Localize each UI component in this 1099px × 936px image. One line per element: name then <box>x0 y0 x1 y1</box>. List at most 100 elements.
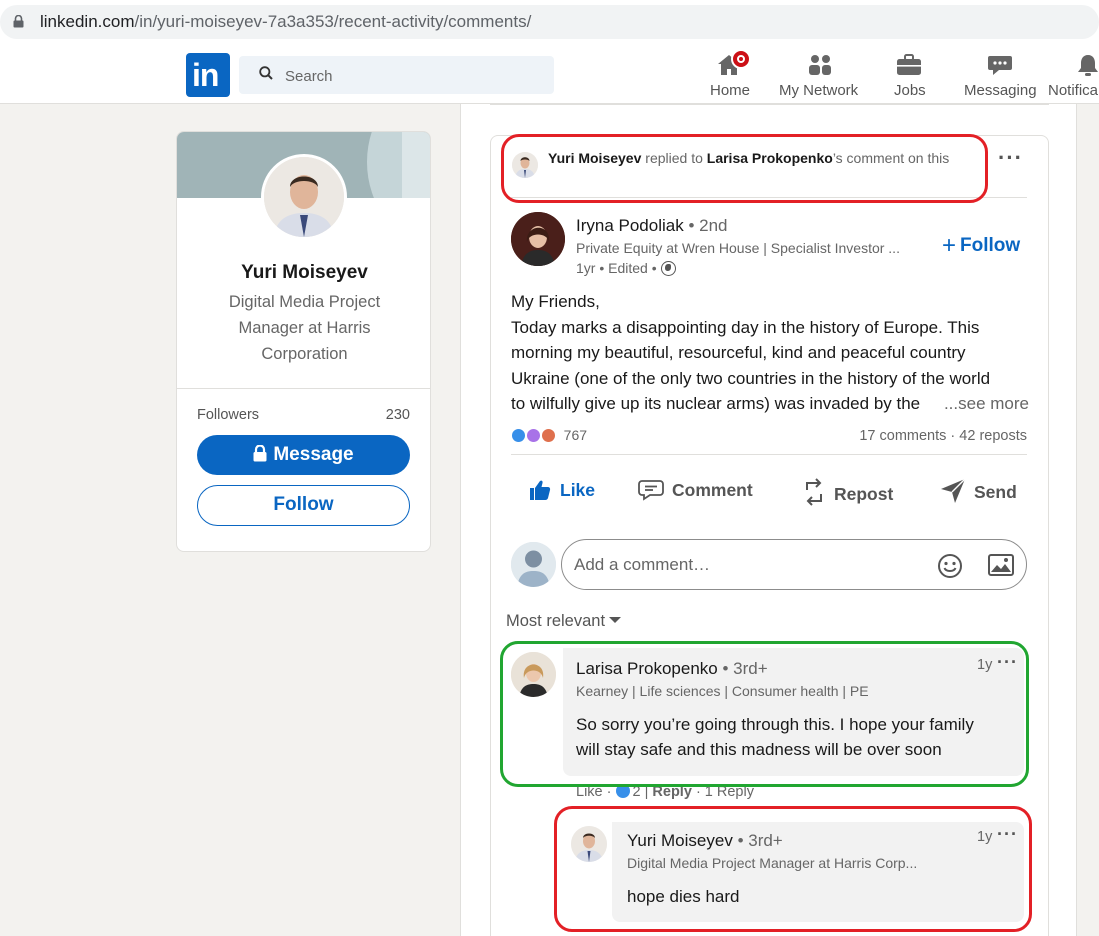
profile-photo[interactable] <box>261 154 347 240</box>
plus-icon: + <box>942 232 957 259</box>
search-icon <box>259 66 273 80</box>
support-reaction-icon <box>525 428 541 443</box>
divider <box>177 388 430 389</box>
nav-messaging[interactable]: Messaging <box>960 48 1040 104</box>
search-placeholder: Search <box>285 68 333 85</box>
comments-reposts-count[interactable]: 17 comments · 42 reposts <box>859 428 1027 444</box>
search-box[interactable]: Search <box>239 56 554 94</box>
lock-icon <box>253 445 267 462</box>
reactions-count: 767 <box>563 427 588 443</box>
post-more-icon[interactable]: ··· <box>998 145 1023 171</box>
browser-url-bar: linkedin.com/in/yuri-moiseyev-7a3a353/re… <box>0 0 1099 44</box>
like-label: Like <box>560 480 596 500</box>
profile-name[interactable]: Yuri Moiseyev <box>177 262 430 284</box>
repost-button[interactable]: Repost <box>802 478 893 506</box>
nav-home-label: Home <box>710 82 751 99</box>
comment-more-icon[interactable]: ··· <box>997 652 1018 673</box>
profile-title: Digital Media Project Manager at Harris … <box>228 293 381 363</box>
comment-text-line: will stay safe and this madness will be … <box>576 740 942 759</box>
messaging-icon <box>988 56 1012 75</box>
comment-button[interactable]: Comment <box>638 478 753 502</box>
previous-card-edge <box>490 104 1049 105</box>
caret-down-icon <box>609 617 622 623</box>
followers-count: 230 <box>385 407 410 423</box>
author-avatar[interactable] <box>511 212 565 266</box>
logo-text: in <box>192 57 219 93</box>
commenter-name[interactable]: Larisa Prokopenko • 3rd+ <box>576 659 768 679</box>
url-text[interactable]: linkedin.com/in/yuri-moiseyev-7a3a353/re… <box>40 12 531 32</box>
follow-profile-button[interactable]: Follow <box>197 485 410 526</box>
replier-degree: • 3rd+ <box>737 831 783 850</box>
network-icon <box>809 55 831 75</box>
reactions-summary[interactable]: 767 <box>511 427 587 443</box>
love-reaction-icon <box>540 428 556 443</box>
context-target[interactable]: Larisa Prokopenko <box>707 150 833 166</box>
post-meta: 1yr • Edited • <box>576 260 676 276</box>
replier-name-text: Yuri Moiseyev <box>627 831 733 850</box>
post-body-line: Today marks a disappointing day in the h… <box>511 317 980 337</box>
image-icon[interactable] <box>988 554 1014 576</box>
post-body-line: morning my beautiful, resourceful, kind … <box>511 343 966 362</box>
comment-actions: Like · 2 | Reply · 1 Reply <box>576 784 754 800</box>
nav-notifications[interactable]: Notifica <box>1046 48 1099 104</box>
context-verb: replied to <box>645 150 703 166</box>
emoji-icon[interactable] <box>937 553 963 579</box>
author-name[interactable]: Iryna Podoliak • 2nd <box>576 216 728 236</box>
linkedin-logo[interactable]: in <box>186 53 230 97</box>
context-avatar[interactable] <box>512 152 538 178</box>
comment-avatar[interactable] <box>511 652 556 697</box>
profile-card: Yuri Moiseyev Digital Media Project Mana… <box>176 131 431 552</box>
comment-like-count[interactable]: 2 <box>633 784 641 800</box>
commenter-name-text: Larisa Prokopenko <box>576 659 718 678</box>
nav-jobs-label: Jobs <box>894 82 926 99</box>
replier-headline: Digital Media Project Manager at Harris … <box>627 855 918 871</box>
message-button[interactable]: Message <box>197 435 410 475</box>
briefcase-icon <box>897 54 921 75</box>
comment-reply-button[interactable]: Reply <box>652 784 692 800</box>
like-reaction-icon <box>511 428 526 443</box>
followers-label: Followers <box>197 407 260 423</box>
commenter-headline: Kearney | Life sciences | Consumer healt… <box>576 683 869 699</box>
activity-context: Yuri Moiseyev replied to Larisa Prokopen… <box>548 148 968 168</box>
like-reaction-icon <box>615 784 630 798</box>
follow-author-button[interactable]: + Follow <box>942 232 1020 260</box>
globe-icon <box>660 261 676 276</box>
reply-avatar[interactable] <box>571 826 607 862</box>
send-icon <box>941 478 966 503</box>
send-label: Send <box>974 482 1017 502</box>
see-more-link[interactable]: ...see more <box>939 391 1029 417</box>
url-path: /in/yuri-moiseyev-7a3a353/recent-activit… <box>134 12 532 31</box>
author-headline: Private Equity at Wren House | Specialis… <box>576 240 900 256</box>
comment-text-line: So sorry you’re going through this. I ho… <box>576 715 974 734</box>
reply-more-icon[interactable]: ··· <box>997 824 1018 845</box>
author-name-text: Iryna Podoliak <box>576 216 684 235</box>
comment-label: Comment <box>672 480 753 500</box>
comment-input[interactable]: Add a comment… <box>561 539 1027 590</box>
send-button[interactable]: Send <box>940 478 1017 504</box>
comment-time: 1y <box>977 657 993 673</box>
lock-icon <box>13 15 24 28</box>
post-body-line: My Friends, <box>511 292 600 311</box>
context-suffix: ’s comment on this <box>832 150 950 166</box>
comment-text: So sorry you’re going through this. I ho… <box>576 712 974 762</box>
sort-comments-dropdown[interactable]: Most relevant <box>506 612 622 631</box>
current-user-avatar[interactable] <box>511 542 556 587</box>
nav-messaging-label: Messaging <box>964 82 1037 99</box>
sort-label: Most relevant <box>506 612 606 630</box>
post-body: My Friends, Today marks a disappointing … <box>511 289 1029 417</box>
nav-my-network[interactable]: My Network <box>776 48 866 104</box>
post-meta-text: 1yr • Edited • <box>576 260 657 276</box>
like-button[interactable]: Like <box>528 478 595 502</box>
reply-text: hope dies hard <box>627 887 740 906</box>
replies-count-link[interactable]: 1 Reply <box>705 784 754 800</box>
context-actor[interactable]: Yuri Moiseyev <box>548 150 641 166</box>
nav-my-network-label: My Network <box>779 82 859 99</box>
repost-icon <box>806 478 822 506</box>
message-label: Message <box>273 444 354 465</box>
nav-jobs[interactable]: Jobs <box>888 48 932 104</box>
comment-icon <box>638 480 664 501</box>
separator: · <box>695 784 705 800</box>
follow-author-label: Follow <box>960 235 1021 256</box>
comment-like-button[interactable]: Like <box>576 784 603 800</box>
replier-name[interactable]: Yuri Moiseyev • 3rd+ <box>627 831 783 851</box>
